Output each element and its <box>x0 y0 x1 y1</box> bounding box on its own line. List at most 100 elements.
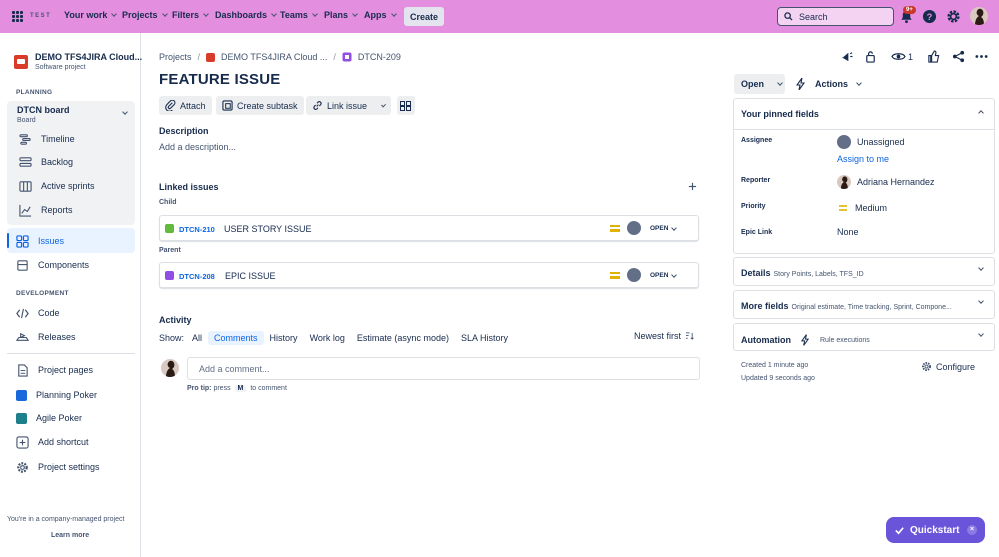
linked-issue-key[interactable]: DTCN-210 <box>179 225 215 234</box>
updated-timestamp: Updated 9 seconds ago <box>741 375 815 382</box>
user-avatar[interactable] <box>970 7 988 25</box>
automation-heading: Automation <box>741 335 791 345</box>
sidebar-item-active-sprints[interactable]: Active sprints <box>19 179 95 193</box>
add-link-icon[interactable] <box>688 182 697 191</box>
pinned-fields-heading[interactable]: Your pinned fields <box>741 109 819 119</box>
details-heading: Details <box>741 268 771 278</box>
more-actions-icon[interactable] <box>975 50 988 63</box>
tab-history[interactable]: History <box>264 331 304 345</box>
chevron-down-icon <box>271 11 277 17</box>
sidebar-item-project-pages[interactable]: Project pages <box>16 363 93 377</box>
sidebar-item-components[interactable]: Components <box>16 258 89 272</box>
sidebar-item-releases[interactable]: Releases <box>16 330 76 344</box>
priority-value[interactable]: Medium <box>837 201 887 215</box>
vote-thumbs-up-icon[interactable] <box>927 50 940 63</box>
actions-dropdown[interactable]: Actions <box>796 74 862 94</box>
link-issue-button[interactable]: Link issue <box>306 96 374 115</box>
parent-label: Parent <box>159 247 181 254</box>
watchers-count[interactable]: 1 <box>908 52 913 62</box>
search-input[interactable]: Search <box>777 7 894 26</box>
nav-dashboards[interactable]: Dashboards <box>215 10 277 20</box>
create-subtask-button[interactable]: Create subtask <box>216 96 304 115</box>
sidebar-item-code[interactable]: Code <box>16 306 60 320</box>
tab-estimate[interactable]: Estimate (async mode) <box>351 331 455 345</box>
sidebar-item-timeline[interactable]: Timeline <box>19 132 75 146</box>
sidebar-item-issues[interactable]: Issues <box>16 234 64 248</box>
lock-icon[interactable] <box>864 50 877 63</box>
watch-eye-icon[interactable] <box>891 50 906 63</box>
linked-issue-status[interactable]: OPEN <box>650 224 678 232</box>
breadcrumb-projects[interactable]: Projects <box>159 52 192 62</box>
code-icon <box>16 308 29 318</box>
panel-divider <box>734 129 994 130</box>
details-panel[interactable]: Details Story Points, Labels, TFS_ID <box>733 257 995 286</box>
chevron-down-icon <box>978 331 984 337</box>
created-timestamp: Created 1 minute ago <box>741 362 809 369</box>
help-icon[interactable]: ? <box>922 9 937 24</box>
tab-all[interactable]: All <box>186 331 208 345</box>
sprints-icon <box>19 180 32 192</box>
nav-teams[interactable]: Teams <box>280 10 318 20</box>
link-icon <box>313 101 322 110</box>
nav-projects[interactable]: Projects <box>122 10 168 20</box>
nav-your-work[interactable]: Your work <box>64 10 118 20</box>
sidebar-item-backlog[interactable]: Backlog <box>19 155 73 169</box>
app-switcher-icon[interactable] <box>12 11 23 22</box>
sidebar-item-project-settings[interactable]: Project settings <box>16 460 100 474</box>
product-logo[interactable]: TEST <box>30 13 51 19</box>
learn-more-link[interactable]: Learn more <box>51 532 89 539</box>
nav-plans[interactable]: Plans <box>324 10 358 20</box>
more-fields-summary: Original estimate, Time tracking, Sprint… <box>791 304 952 311</box>
epic-link-value[interactable]: None <box>837 227 859 237</box>
sidebar-item-add-shortcut[interactable]: Add shortcut <box>16 435 89 449</box>
sort-newest-first[interactable]: Newest first <box>634 331 694 341</box>
linked-issue-summary[interactable]: USER STORY ISSUE <box>224 224 312 234</box>
project-name[interactable]: DEMO TFS4JIRA Cloud... <box>35 52 142 62</box>
more-fields-panel[interactable]: More fields Original estimate, Time track… <box>733 290 995 319</box>
configure-button[interactable]: Configure <box>921 361 975 372</box>
create-button[interactable]: Create <box>404 7 444 26</box>
quickstart-button[interactable]: Quickstart × <box>886 517 985 543</box>
tab-sla-history[interactable]: SLA History <box>455 331 514 345</box>
sidebar-item-reports[interactable]: Reports <box>19 203 73 217</box>
chevron-up-icon[interactable] <box>978 110 984 116</box>
priority-medium-icon <box>839 205 847 211</box>
close-icon[interactable]: × <box>967 525 977 535</box>
board-title[interactable]: DTCN board <box>17 105 70 115</box>
tab-work-log[interactable]: Work log <box>304 331 351 345</box>
breadcrumb-issue-key[interactable]: DTCN-209 <box>358 52 401 62</box>
apps-button[interactable] <box>397 96 415 115</box>
link-issue-dropdown[interactable] <box>373 96 391 115</box>
linked-issue-summary[interactable]: EPIC ISSUE <box>225 271 276 281</box>
description-field[interactable]: Add a description... <box>159 142 236 152</box>
current-user-avatar <box>161 359 179 377</box>
give-feedback-icon[interactable] <box>840 50 853 63</box>
sort-icon <box>685 332 694 340</box>
attach-button[interactable]: Attach <box>159 96 212 115</box>
linked-issue-key[interactable]: DTCN-208 <box>179 272 215 281</box>
nav-apps[interactable]: Apps <box>364 10 397 20</box>
automation-summary: Rule executions <box>820 336 870 344</box>
sidebar-item-planning-poker[interactable]: Planning Poker <box>16 388 97 402</box>
assign-to-me-link[interactable]: Assign to me <box>837 154 889 164</box>
linked-issue-row[interactable]: DTCN-208 EPIC ISSUE OPEN <box>159 262 699 288</box>
linked-issue-row[interactable]: DTCN-210 USER STORY ISSUE OPEN <box>159 215 699 241</box>
assignee-value[interactable]: Unassigned <box>837 135 905 149</box>
sidebar-item-agile-poker[interactable]: Agile Poker <box>16 411 82 425</box>
reporter-value[interactable]: Adriana Hernandez <box>837 175 935 189</box>
automation-panel[interactable]: Automation Rule executions <box>733 323 995 351</box>
chevron-down-icon <box>978 298 984 304</box>
comment-input[interactable]: Add a comment... <box>187 357 700 380</box>
settings-gear-icon[interactable] <box>946 9 961 24</box>
issue-title[interactable]: FEATURE ISSUE <box>159 71 281 88</box>
agile-poker-icon <box>16 412 27 424</box>
planning-poker-icon <box>16 389 27 401</box>
share-icon[interactable] <box>952 50 965 63</box>
chevron-down-icon <box>390 11 397 17</box>
status-dropdown[interactable]: Open <box>734 74 785 94</box>
more-fields-heading: More fields <box>741 301 789 311</box>
nav-filters[interactable]: Filters <box>172 10 209 20</box>
breadcrumb-project[interactable]: DEMO TFS4JIRA Cloud ... <box>221 52 327 62</box>
linked-issue-status[interactable]: OPEN <box>650 271 678 279</box>
tab-comments[interactable]: Comments <box>208 331 264 345</box>
